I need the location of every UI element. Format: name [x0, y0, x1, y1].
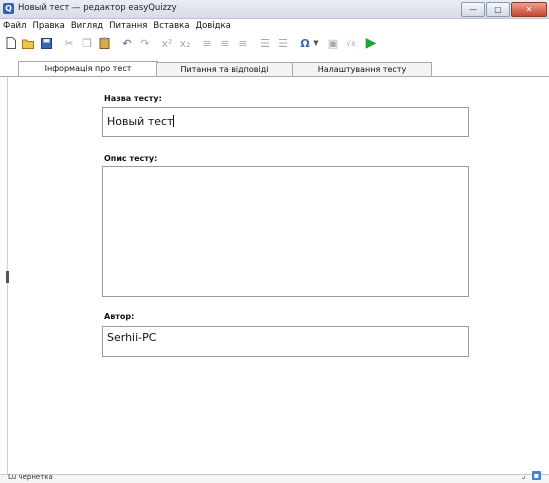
align-center-icon[interactable]: ≡ [218, 35, 232, 51]
insert-formula-icon[interactable]: √x [344, 35, 358, 51]
test-title-label: Назва тесту: [104, 94, 162, 103]
menu-insert[interactable]: Вставка [153, 21, 189, 31]
tray-app-icon[interactable]: ▪ [532, 471, 541, 480]
bulleted-list-icon[interactable]: ☰ [276, 35, 290, 51]
redo-icon[interactable]: ↷ [138, 35, 152, 51]
close-button[interactable]: ✕ [511, 2, 547, 17]
cut-icon[interactable]: ✂ [62, 35, 76, 51]
insert-image-icon[interactable]: ▣ [326, 35, 340, 51]
resize-grip-icon[interactable]: ⌟ [519, 471, 528, 480]
status-icons: ⌟ ▪ [519, 471, 541, 480]
close-icon: ✕ [525, 5, 533, 14]
window-controls: — ▢ ✕ [461, 2, 547, 17]
align-left-icon[interactable]: ≡ [200, 35, 214, 51]
menu-file[interactable]: Файл [3, 21, 26, 31]
paste-icon[interactable] [97, 35, 111, 51]
copy-icon[interactable]: ❐ [80, 35, 94, 51]
new-document-icon[interactable] [4, 35, 18, 51]
minimize-button[interactable]: — [461, 2, 485, 17]
run-test-icon[interactable]: ▶ [364, 35, 378, 51]
special-character-icon[interactable]: Ω [298, 35, 312, 51]
align-right-icon[interactable]: ≡ [236, 35, 250, 51]
tab-bar: Інформація про тест Питання та відповіді… [0, 61, 549, 76]
text-cursor [173, 115, 175, 127]
status-text: Lu чернетка [8, 473, 53, 481]
window-title: Новый тест — редактор easyQuizzy [18, 3, 177, 13]
menu-edit[interactable]: Правка [32, 21, 64, 31]
maximize-button[interactable]: ▢ [486, 2, 510, 17]
menu-help[interactable]: Довідка [195, 21, 230, 31]
tab-test-info[interactable]: Інформація про тест [18, 61, 158, 76]
author-input[interactable]: Serhii-PC [102, 326, 469, 357]
test-title-input[interactable]: Новый тест [102, 107, 469, 137]
author-value: Serhii-PC [107, 331, 157, 344]
toolbar: ✂ ❐ ↶ ↷ x² x₂ ≡ ≡ ≡ ☰ ☰ Ω ▼ ▣ √x ▶ [0, 33, 549, 55]
save-icon[interactable] [39, 35, 53, 51]
minimize-icon: — [469, 5, 477, 14]
tab-test-settings[interactable]: Налаштування тесту [292, 62, 432, 76]
test-description-label: Опис тесту: [104, 154, 158, 163]
tab-divider [0, 76, 549, 77]
window-title-bar[interactable]: Q Новый тест — редактор easyQuizzy — ▢ ✕ [0, 0, 549, 19]
menu-bar: Файл Правка Вигляд Питання Вставка Довід… [0, 19, 549, 32]
test-description-textarea[interactable] [102, 166, 469, 297]
app-icon: Q [3, 3, 14, 14]
numbered-list-icon[interactable]: ☰ [258, 35, 272, 51]
subscript-icon[interactable]: x₂ [178, 35, 192, 51]
menu-question[interactable]: Питання [109, 21, 147, 31]
dropdown-arrow-icon[interactable]: ▼ [312, 35, 320, 51]
maximize-icon: ▢ [494, 5, 502, 14]
undo-icon[interactable]: ↶ [120, 35, 134, 51]
menu-view[interactable]: Вигляд [71, 21, 103, 31]
open-folder-icon[interactable] [21, 35, 35, 51]
tab-questions-answers[interactable]: Питання та відповіді [156, 62, 293, 76]
superscript-icon[interactable]: x² [160, 35, 174, 51]
splitter-handle[interactable] [6, 271, 9, 283]
author-label: Автор: [104, 312, 135, 321]
test-title-value: Новый тест [107, 115, 174, 128]
